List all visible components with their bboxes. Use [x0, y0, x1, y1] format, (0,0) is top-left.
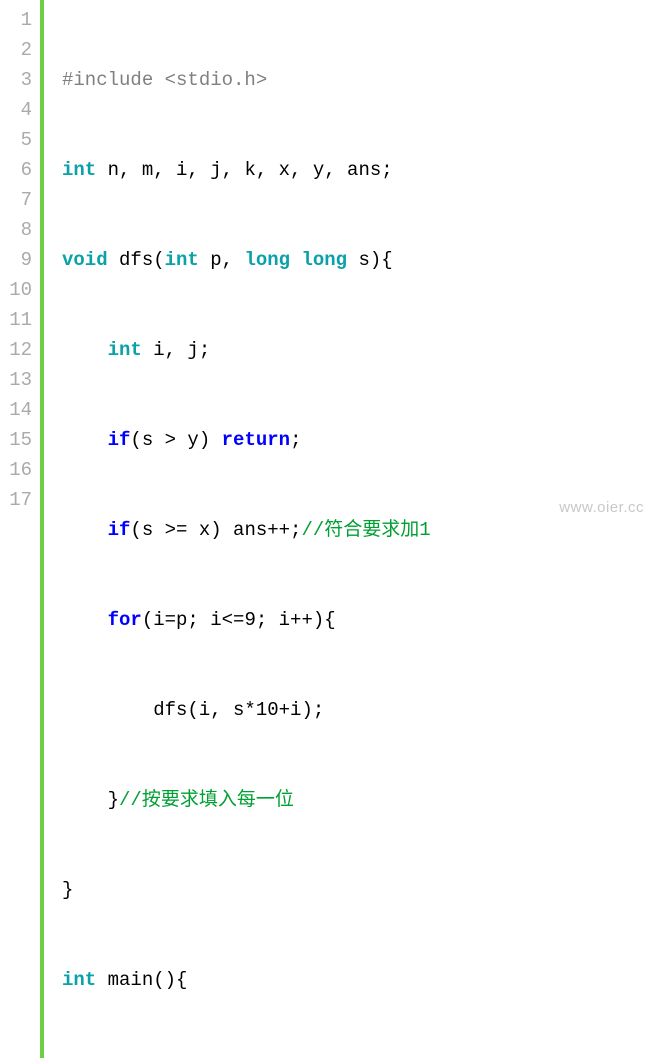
code-text: (s > y)	[130, 429, 221, 451]
line-number: 1	[0, 5, 32, 35]
code-content[interactable]: #include <stdio.h> int n, m, i, j, k, x,…	[44, 0, 495, 1058]
indent	[62, 519, 108, 541]
code-text	[290, 249, 301, 271]
code-line: while(scanf("%d%d", &x, &y) == 2){	[62, 1055, 495, 1058]
line-number: 16	[0, 455, 32, 485]
comment: //按要求填入每一位	[119, 789, 294, 811]
code-text: dfs(	[108, 249, 165, 271]
code-text: dfs(i, s*10+i);	[62, 699, 324, 721]
code-text: s){	[347, 249, 393, 271]
type-keyword: int	[62, 969, 96, 991]
code-line: }	[62, 875, 495, 905]
line-number: 9	[0, 245, 32, 275]
line-number: 15	[0, 425, 32, 455]
preprocessor-directive: #include <stdio.h>	[62, 69, 267, 91]
line-number: 5	[0, 125, 32, 155]
code-text: }	[62, 879, 73, 901]
line-number-gutter: 1 2 3 4 5 6 7 8 9 10 11 12 13 14 15 16 1…	[0, 0, 40, 1058]
keyword: if	[108, 429, 131, 451]
code-line: dfs(i, s*10+i);	[62, 695, 495, 725]
code-line: int main(){	[62, 965, 495, 995]
code-line: }//按要求填入每一位	[62, 785, 495, 815]
code-text: (s >= x) ans++;	[130, 519, 301, 541]
type-keyword: int	[108, 339, 142, 361]
keyword: return	[222, 429, 290, 451]
type-keyword: long	[301, 249, 347, 271]
line-number: 4	[0, 95, 32, 125]
line-number: 3	[0, 65, 32, 95]
line-number: 2	[0, 35, 32, 65]
line-number: 7	[0, 185, 32, 215]
keyword: for	[108, 609, 142, 631]
code-text: }	[62, 789, 119, 811]
code-line: int i, j;	[62, 335, 495, 365]
keyword: if	[108, 519, 131, 541]
code-line: #include <stdio.h>	[62, 65, 495, 95]
comment: //符合要求加1	[301, 519, 430, 541]
code-line: for(i=p; i<=9; i++){	[62, 605, 495, 635]
code-line: if(s >= x) ans++;//符合要求加1	[62, 515, 495, 545]
code-text: p,	[199, 249, 245, 271]
line-number: 17	[0, 485, 32, 515]
type-keyword: int	[62, 159, 96, 181]
line-number: 10	[0, 275, 32, 305]
code-line: void dfs(int p, long long s){	[62, 245, 495, 275]
code-line: if(s > y) return;	[62, 425, 495, 455]
indent	[62, 429, 108, 451]
indent	[62, 609, 108, 631]
code-text: n, m, i, j, k, x, y, ans;	[96, 159, 392, 181]
watermark: www.oier.cc	[559, 493, 644, 523]
type-keyword: void	[62, 249, 108, 271]
code-text: main(){	[96, 969, 187, 991]
line-number: 14	[0, 395, 32, 425]
type-keyword: int	[165, 249, 199, 271]
line-number: 12	[0, 335, 32, 365]
type-keyword: long	[244, 249, 290, 271]
indent	[62, 339, 108, 361]
code-viewer: 1 2 3 4 5 6 7 8 9 10 11 12 13 14 15 16 1…	[0, 0, 658, 1058]
code-text: (i=p; i<=9; i++){	[142, 609, 336, 631]
line-number: 11	[0, 305, 32, 335]
code-text: i, j;	[142, 339, 210, 361]
code-line: int n, m, i, j, k, x, y, ans;	[62, 155, 495, 185]
line-number: 8	[0, 215, 32, 245]
line-number: 13	[0, 365, 32, 395]
code-text: ;	[290, 429, 301, 451]
line-number: 6	[0, 155, 32, 185]
